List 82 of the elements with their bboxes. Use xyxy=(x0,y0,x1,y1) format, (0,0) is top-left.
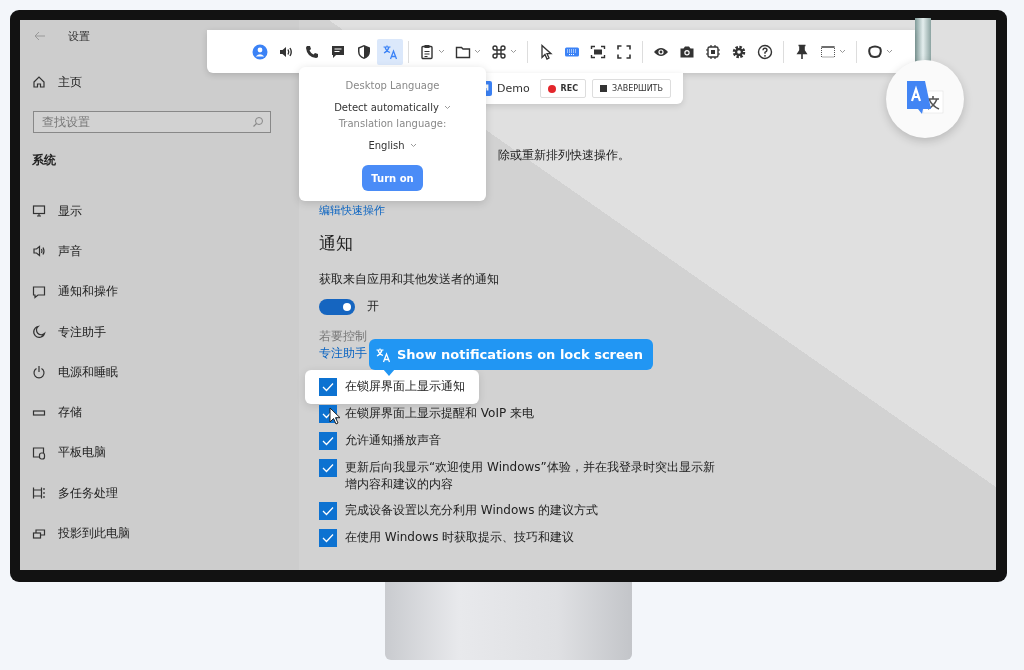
cursor-icon xyxy=(538,43,554,60)
multitask-icon xyxy=(32,486,46,501)
tablet-icon xyxy=(32,445,46,460)
toggle-label: 开 xyxy=(367,298,379,315)
sidebar-item[interactable]: 平板电脑 xyxy=(32,432,106,474)
checkbox[interactable] xyxy=(319,459,337,477)
hint-text: 若要控制 xyxy=(319,328,367,345)
projector-icon xyxy=(32,526,46,541)
checkmark-icon xyxy=(322,533,334,543)
chip-icon xyxy=(705,43,721,60)
power-icon xyxy=(32,365,46,380)
setting-label: 获取来自应用和其他发送者的通知 xyxy=(319,271,499,288)
record-dot-icon xyxy=(547,84,556,93)
sidebar-item[interactable]: 电源和睡眠 xyxy=(32,352,118,393)
record-button[interactable]: REC xyxy=(539,79,587,98)
fullscreen-icon xyxy=(616,43,632,60)
screenshot-icon xyxy=(590,43,606,60)
sidebar-item[interactable]: 存储 xyxy=(32,392,82,433)
moon-icon xyxy=(32,325,46,340)
checkbox[interactable] xyxy=(319,378,337,396)
caret-icon xyxy=(886,49,893,54)
checkmark-icon xyxy=(322,382,334,392)
checkmark-icon xyxy=(322,436,334,446)
phone-icon xyxy=(304,43,320,60)
checkmark-icon xyxy=(322,506,334,516)
language-dropdown[interactable]: Detect automatically xyxy=(334,98,451,117)
command-icon xyxy=(491,43,507,60)
caret-icon xyxy=(510,49,517,54)
sidebar-item[interactable]: 声音 xyxy=(32,231,82,272)
checkbox[interactable] xyxy=(319,432,337,450)
checkbox-label: 在使用 Windows 时获取提示、技巧和建议 xyxy=(345,529,575,546)
sidebar-item[interactable]: 显示 xyxy=(32,191,82,232)
gear-icon xyxy=(731,43,747,60)
help-icon xyxy=(757,43,773,60)
checkbox[interactable] xyxy=(319,502,337,520)
stop-icon xyxy=(600,85,608,92)
language-dropdown[interactable]: English xyxy=(368,136,417,155)
caret-icon xyxy=(839,49,846,54)
shape-icon xyxy=(867,43,883,60)
chat-icon xyxy=(330,43,346,60)
translation-icon xyxy=(375,346,391,363)
speaker-icon xyxy=(32,244,46,259)
checkbox[interactable] xyxy=(319,529,337,547)
clipboard-icon xyxy=(419,43,435,60)
monitor-icon xyxy=(32,204,46,219)
section-heading: 系统 xyxy=(32,152,56,169)
description-text: 除或重新排列快速操作。 xyxy=(498,147,630,164)
mouse-cursor-icon xyxy=(329,407,341,425)
focus-link[interactable]: 专注助手 xyxy=(319,345,367,362)
back-arrow-icon xyxy=(34,31,46,41)
edit-link[interactable]: 编辑快速操作 xyxy=(319,203,385,218)
caret-icon xyxy=(474,49,481,54)
caret-icon xyxy=(438,49,445,54)
chevron-icon xyxy=(409,143,417,148)
popup-label: Desktop Language xyxy=(345,80,440,93)
search-icon xyxy=(252,116,264,128)
window-title: 设置 xyxy=(68,28,90,44)
search-field[interactable]: 查找设置 xyxy=(33,111,271,133)
translation-icon xyxy=(382,43,398,60)
shield-icon xyxy=(356,43,372,60)
sidebar-item[interactable]: 主页 xyxy=(32,64,82,100)
sidebar-item[interactable]: 专注助手 xyxy=(32,311,106,353)
checkbox-label: 完成设备设置以充分利用 Windows 的建议方式 xyxy=(345,502,599,519)
message-icon xyxy=(32,284,46,299)
checkbox-label: 更新后向我显示“欢迎使用 Windows”体验，并在我登录时突出显示新增内容和建议的内容 xyxy=(345,459,715,493)
toggle-switch[interactable] xyxy=(319,298,355,315)
stop-button[interactable]: ЗАВЕРШИТЬ xyxy=(592,79,671,98)
popup-label: Translation language: xyxy=(338,118,447,131)
pin-icon xyxy=(794,43,810,60)
user-icon xyxy=(252,43,268,60)
sidebar-item[interactable]: 通知和操作 xyxy=(32,271,118,312)
checkbox-label: 在锁屏界面上显示通知 xyxy=(345,378,465,395)
checkbox-label: 允许通知播放声音 xyxy=(345,432,441,449)
sidebar-item[interactable]: 多任务处理 xyxy=(32,473,118,514)
sidebar-item[interactable]: 投影到此电脑 xyxy=(32,513,130,554)
checkmark-icon xyxy=(322,463,334,473)
checkbox-label: 在锁屏界面上显示提醒和 VoIP 来电 xyxy=(345,405,535,422)
tooltip-text: Show notifications on lock screen xyxy=(397,347,643,362)
section-heading: 通知 xyxy=(319,232,353,255)
grid-icon xyxy=(820,43,836,60)
home-icon xyxy=(32,75,46,89)
chevron-icon xyxy=(443,105,451,110)
